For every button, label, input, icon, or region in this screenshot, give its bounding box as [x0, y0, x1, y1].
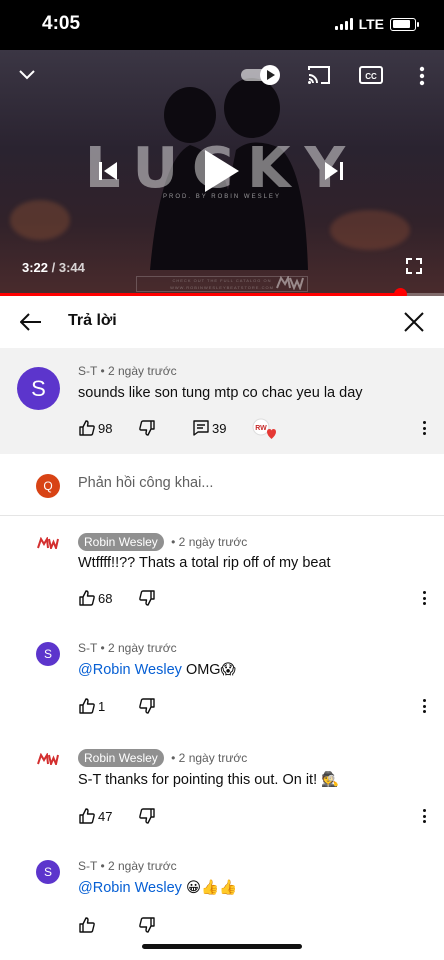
- comment-icon[interactable]: [192, 419, 210, 437]
- comment-author[interactable]: S-T: [78, 641, 97, 655]
- comment-time: • 2 ngày trước: [167, 535, 248, 549]
- comment-time: • 2 ngày trước: [97, 859, 177, 873]
- comment-body: OMG😱: [181, 662, 236, 678]
- avatar: Q: [36, 474, 60, 498]
- comment-menu-icon[interactable]: [421, 421, 427, 435]
- comment-meta: S-T • 2 ngày trước: [78, 641, 177, 655]
- creator-heart-icon: RW: [252, 418, 276, 440]
- back-arrow-icon[interactable]: [18, 310, 44, 334]
- channel-avatar-icon[interactable]: [37, 537, 59, 549]
- status-indicators: LTE: [334, 16, 419, 32]
- like-count: 68: [98, 591, 113, 606]
- like-icon[interactable]: [78, 916, 96, 934]
- comment-text: S-T thanks for pointing this out. On it!…: [78, 772, 340, 788]
- comment-text: sounds like son tung mtp co chac yeu la …: [78, 385, 363, 401]
- avatar[interactable]: S: [36, 642, 60, 666]
- like-icon[interactable]: [78, 589, 96, 607]
- reply-composer[interactable]: Q Phản hồi công khai...: [0, 454, 444, 516]
- comment-meta: S-T • 2 ngày trước: [78, 364, 177, 378]
- dislike-icon[interactable]: [138, 419, 156, 437]
- comment-time: • 2 ngày trước: [97, 641, 177, 655]
- previous-video-icon[interactable]: [96, 158, 120, 184]
- time-separator: /: [48, 260, 59, 275]
- replies-header: Trả lời: [0, 296, 444, 348]
- comment-text: @Robin Wesley OMG😱: [78, 662, 236, 678]
- svg-text:RW: RW: [255, 425, 267, 432]
- playback-time: 3:22 / 3:44: [22, 260, 85, 275]
- like-count: 98: [98, 421, 113, 436]
- bokeh-light: [10, 200, 70, 240]
- dislike-icon[interactable]: [138, 916, 156, 934]
- like-icon[interactable]: [78, 419, 96, 437]
- captions-icon[interactable]: CC: [358, 64, 384, 86]
- status-time: 4:05: [42, 13, 81, 34]
- reply-count: 39: [212, 421, 227, 436]
- comment-author[interactable]: S-T: [78, 364, 97, 378]
- battery-icon: [390, 17, 419, 31]
- channel-avatar-icon[interactable]: [37, 753, 59, 765]
- like-icon[interactable]: [78, 697, 96, 715]
- status-bar: 4:05 LTE: [0, 0, 444, 50]
- dislike-icon[interactable]: [138, 589, 156, 607]
- comment-time: • 2 ngày trước: [167, 751, 248, 765]
- creator-badge[interactable]: Robin Wesley: [78, 749, 164, 767]
- play-icon[interactable]: [196, 146, 246, 196]
- comment-text: Wtffff!!?? Thats a total rip off of my b…: [78, 555, 331, 571]
- svg-text:CC: CC: [365, 72, 377, 81]
- avatar[interactable]: S: [17, 367, 60, 410]
- bokeh-light: [330, 210, 410, 250]
- mention-link[interactable]: @Robin Wesley: [78, 662, 182, 678]
- cast-icon[interactable]: [306, 64, 332, 86]
- reply-input[interactable]: Phản hồi công khai...: [78, 475, 213, 491]
- time-current: 3:22: [22, 260, 49, 275]
- comment-meta: Robin Wesley • 2 ngày trước: [78, 749, 247, 767]
- comment-menu-icon[interactable]: [421, 809, 427, 823]
- like-count: 1: [98, 699, 106, 714]
- comment-author[interactable]: S-T: [78, 859, 97, 873]
- dislike-icon[interactable]: [138, 807, 156, 825]
- time-total: 3:44: [58, 260, 85, 275]
- signal-icon: [334, 18, 353, 30]
- next-video-icon[interactable]: [322, 158, 346, 184]
- like-icon[interactable]: [78, 807, 96, 825]
- creator-badge[interactable]: Robin Wesley: [78, 533, 164, 551]
- comment-meta: S-T • 2 ngày trước: [78, 859, 177, 873]
- comment-meta: Robin Wesley • 2 ngày trước: [78, 533, 247, 551]
- home-indicator[interactable]: [142, 944, 302, 949]
- minimize-chevron-icon[interactable]: [16, 64, 38, 86]
- page-title: Trả lời: [68, 312, 117, 329]
- comment-menu-icon[interactable]: [421, 699, 427, 713]
- dislike-icon[interactable]: [138, 697, 156, 715]
- network-label: LTE: [358, 16, 384, 32]
- video-player[interactable]: LUCKY PROD. BY ROBIN WESLEY CC 3:22 / 3:…: [0, 50, 444, 296]
- comment-text: @Robin Wesley 😀👍👍: [78, 879, 237, 896]
- channel-logo-icon: [276, 276, 304, 290]
- comment-body: 😀👍👍: [181, 880, 238, 896]
- fullscreen-icon[interactable]: [404, 256, 424, 276]
- autoplay-toggle[interactable]: [240, 64, 282, 86]
- more-options-icon[interactable]: [412, 64, 432, 88]
- mention-link[interactable]: @Robin Wesley: [78, 880, 182, 896]
- close-icon[interactable]: [402, 310, 426, 334]
- progress-scrubber[interactable]: [393, 288, 407, 296]
- comment-time: • 2 ngày trước: [97, 364, 177, 378]
- avatar[interactable]: S: [36, 860, 60, 884]
- comment-menu-icon[interactable]: [421, 591, 427, 605]
- parent-comment: S S-T • 2 ngày trước sounds like son tun…: [0, 348, 444, 454]
- like-count: 47: [98, 809, 113, 824]
